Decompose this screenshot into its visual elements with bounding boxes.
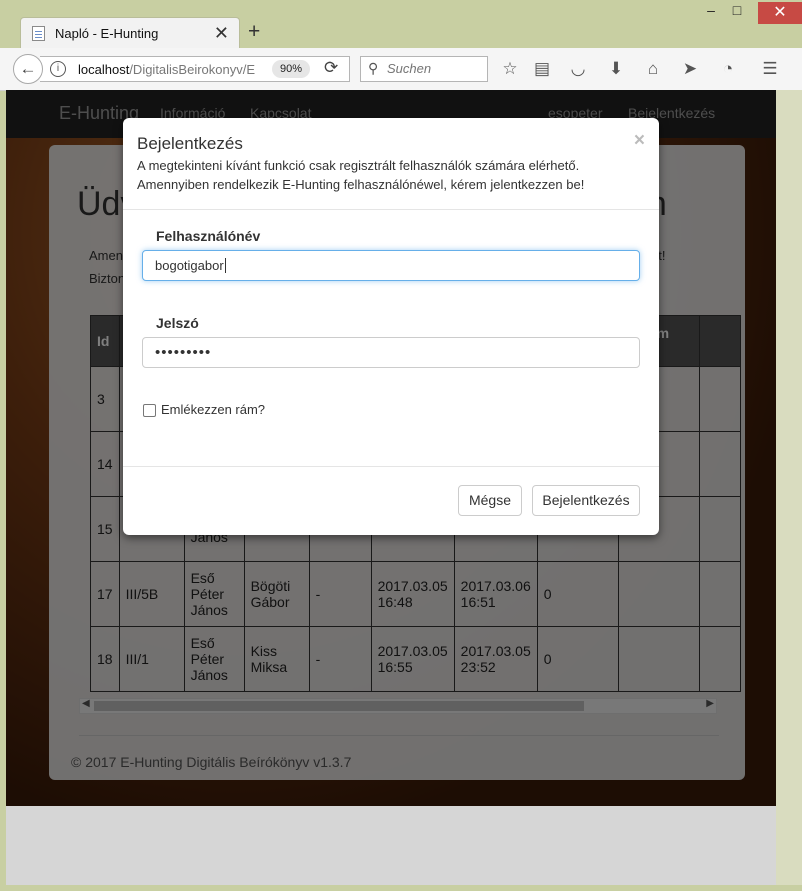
close-window-button[interactable]: ✕ <box>758 2 802 24</box>
address-bar[interactable]: i localhost/DigitalisBeirokonyv/E 90% ⟳ <box>40 56 350 82</box>
page-content: E-Hunting Információ Kapcsolat esopeter … <box>6 90 776 806</box>
cancel-button[interactable]: Mégse <box>458 485 522 516</box>
bookmark-star-icon[interactable]: ☆ <box>498 58 522 80</box>
remember-me-checkbox[interactable] <box>143 404 156 417</box>
username-label: Felhasználónév <box>156 228 261 244</box>
search-box[interactable]: ⚲ <box>360 56 488 82</box>
modal-close-icon[interactable]: × <box>634 130 645 152</box>
window-right-edge <box>776 90 802 885</box>
username-input[interactable]: bogotigabor <box>142 250 640 281</box>
browser-bottom-area <box>6 806 776 885</box>
search-input[interactable] <box>385 60 485 77</box>
tab-close-icon[interactable]: ✕ <box>214 23 229 44</box>
info-icon[interactable]: i <box>50 61 66 77</box>
arrow-left-icon: ← <box>19 59 37 78</box>
zoom-indicator[interactable]: 90% <box>272 60 310 78</box>
search-icon: ⚲ <box>368 60 379 76</box>
pocket-icon[interactable]: ◡ <box>566 58 590 80</box>
menu-icon[interactable]: ☰ <box>758 58 782 80</box>
browser-toolbar: i localhost/DigitalisBeirokonyv/E 90% ⟳ … <box>0 48 802 91</box>
url-text[interactable]: localhost/DigitalisBeirokonyv/E <box>78 62 255 77</box>
download-icon[interactable]: ⬇ <box>604 58 628 80</box>
home-icon[interactable]: ⌂ <box>641 58 665 80</box>
page-icon <box>32 26 45 41</box>
password-input[interactable]: ••••••••• <box>142 337 640 368</box>
text-cursor <box>224 258 226 273</box>
login-modal: Bejelentkezés A megtekinteni kívánt funk… <box>123 118 659 535</box>
modal-title: Bejelentkezés <box>137 134 243 153</box>
new-tab-button[interactable]: + <box>248 20 260 44</box>
reading-list-icon[interactable]: ▤ <box>530 58 554 80</box>
tab-title: Napló - E-Hunting <box>55 26 159 41</box>
modal-subtitle-2: Amennyiben rendelkezik E-Hunting felhasz… <box>137 177 585 192</box>
maximize-button[interactable]: □ <box>722 2 752 22</box>
back-button[interactable]: ← <box>13 54 43 84</box>
title-bar: Napló - E-Hunting ✕ + – □ ✕ <box>0 0 802 48</box>
password-label: Jelszó <box>156 315 199 331</box>
sync-icon[interactable]: ◔ <box>716 58 740 80</box>
modal-footer-divider <box>123 466 659 467</box>
browser-tab[interactable]: Napló - E-Hunting ✕ <box>20 17 240 48</box>
login-button[interactable]: Bejelentkezés <box>532 485 640 516</box>
browser-window: Napló - E-Hunting ✕ + – □ ✕ i localhost/… <box>0 0 802 891</box>
modal-subtitle-1: A megtekinteni kívánt funkció csak regis… <box>137 158 580 173</box>
reload-icon[interactable]: ⟳ <box>324 58 338 78</box>
modal-header: Bejelentkezés A megtekinteni kívánt funk… <box>123 118 659 210</box>
remember-me-label[interactable]: Emlékezzen rám? <box>161 402 265 417</box>
send-icon[interactable]: ➤ <box>678 58 702 80</box>
